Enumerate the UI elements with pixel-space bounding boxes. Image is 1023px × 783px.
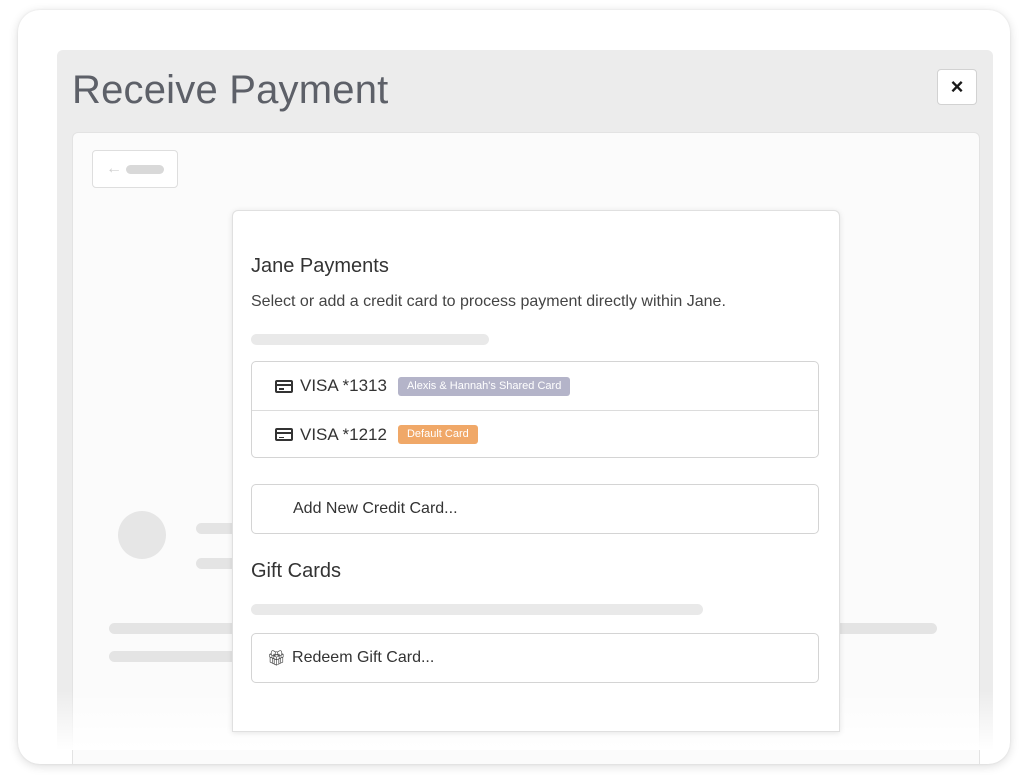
- credit-card-icon: [275, 428, 293, 441]
- saved-cards-list: VISA *1313 Alexis & Hannah's Shared Card…: [251, 361, 819, 458]
- credit-card-icon: [275, 379, 293, 393]
- card-bottom-fade: [233, 713, 839, 731]
- redeem-gift-card-button[interactable]: 🎁︎ Redeem Gift Card...: [251, 633, 819, 683]
- back-label-placeholder: [126, 164, 164, 174]
- saved-card-row[interactable]: VISA *1313 Alexis & Hannah's Shared Card: [252, 362, 818, 410]
- modal-title: Receive Payment: [72, 68, 389, 112]
- shared-card-badge: Alexis & Hannah's Shared Card: [397, 376, 571, 396]
- gift-icon: 🎁︎: [267, 650, 287, 667]
- back-button[interactable]: ←: [92, 150, 178, 188]
- app-frame: Receive Payment × ← Jane Payments Select…: [18, 10, 1010, 764]
- add-card-label: Add New Credit Card...: [293, 500, 458, 517]
- card-name: VISA *1212: [300, 424, 387, 444]
- add-new-credit-card-button[interactable]: Add New Credit Card...: [251, 484, 819, 534]
- close-button[interactable]: ×: [937, 69, 977, 105]
- placeholder-line: [251, 604, 703, 615]
- payment-methods-card: Jane Payments Select or add a credit car…: [232, 210, 840, 732]
- jane-payments-description: Select or add a credit card to process p…: [251, 293, 726, 310]
- gift-cards-heading: Gift Cards: [251, 560, 342, 582]
- placeholder-line: [251, 334, 489, 345]
- jane-payments-heading: Jane Payments: [251, 255, 389, 277]
- saved-card-row[interactable]: VISA *1212 Default Card: [252, 410, 818, 458]
- arrow-left-icon: ←: [106, 160, 122, 177]
- close-icon: ×: [950, 74, 964, 99]
- redeem-label: Redeem Gift Card...: [292, 649, 435, 666]
- card-name: VISA *1313: [300, 376, 387, 395]
- avatar-placeholder: [118, 511, 166, 559]
- default-card-badge: Default Card: [397, 425, 478, 444]
